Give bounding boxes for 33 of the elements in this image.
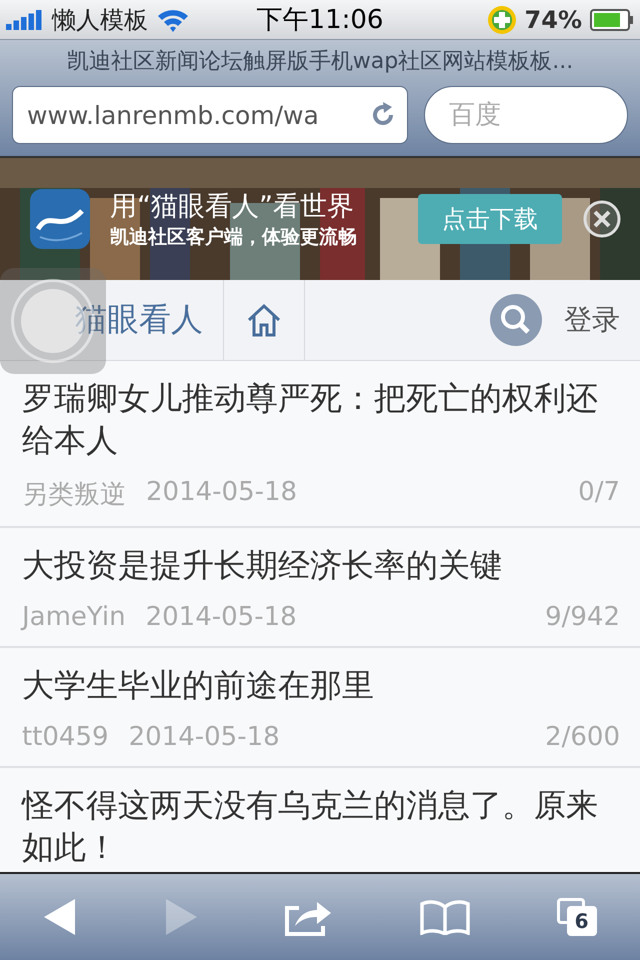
banner-subtitle: 凯迪社区客户端，体验更流畅 xyxy=(110,225,358,250)
post-author: 另类叛逆 xyxy=(22,479,126,512)
close-icon[interactable] xyxy=(582,199,622,239)
clock-time: 下午11:06 xyxy=(256,4,384,37)
book-icon[interactable] xyxy=(420,899,470,935)
post-author: tt0459 xyxy=(22,722,109,752)
login-link[interactable]: 登录 xyxy=(564,301,620,339)
battery-icon xyxy=(590,8,634,30)
search-icon[interactable] xyxy=(490,294,542,346)
post-date: 2014-05-18 xyxy=(146,477,298,509)
banner-title: 用“猫眼看人”看世界 xyxy=(110,190,355,224)
plus-badge-icon xyxy=(486,4,517,34)
carrier-name: 懒人模板 xyxy=(52,4,148,36)
home-icon[interactable] xyxy=(246,303,282,337)
reply-count: 9/942 xyxy=(545,602,620,632)
page-title: 凯迪社区新闻论坛触屏版手机wap社区网站模板板... xyxy=(66,48,574,76)
reply-count: 0/7 xyxy=(578,477,620,509)
post-date: 2014-05-18 xyxy=(128,722,280,752)
assistive-touch-button[interactable] xyxy=(0,268,106,374)
post-date: 2014-05-18 xyxy=(146,602,297,632)
url-field[interactable]: www.lanrenmb.com/wa xyxy=(12,86,408,144)
post-title: 罗瑞卿女儿推动尊严死：把死亡的权利还给本人 xyxy=(22,378,599,461)
signal-icon xyxy=(6,10,44,30)
search-field[interactable]: 百度 xyxy=(424,86,628,144)
back-icon[interactable] xyxy=(43,898,78,936)
post-title: 大学生毕业的前途在那里 xyxy=(22,665,375,706)
post-author: JameYin xyxy=(22,602,126,632)
app-logo-icon xyxy=(30,189,90,249)
post-title: 大投资是提升长期经济长率的关键 xyxy=(22,545,503,586)
section-title[interactable]: 猫眼看人 xyxy=(75,298,203,342)
battery-percent: 74% xyxy=(524,6,582,34)
post-title: 怪不得这两天没有乌克兰的消息了。原来如此！ xyxy=(22,785,599,868)
reply-count: 2/600 xyxy=(545,722,620,752)
